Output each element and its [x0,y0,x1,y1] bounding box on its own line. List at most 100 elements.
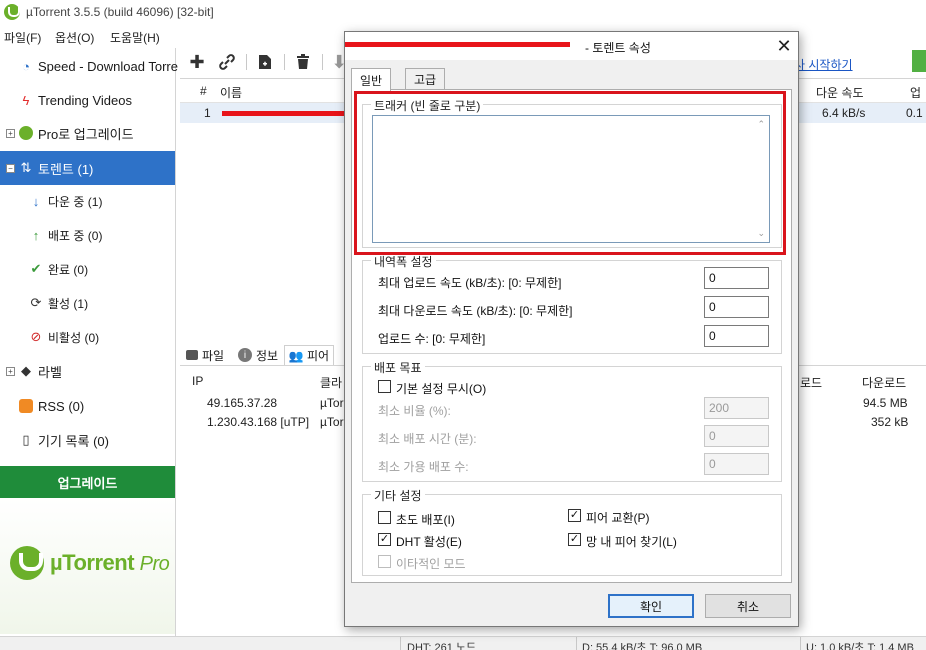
sidebar-item-label: 활성 (1) [48,296,89,311]
sidebar: ◔ Speed - Download Torre ϟ Trending Vide… [0,48,178,650]
sidebar-item-downloading[interactable]: ↓ 다운 중 (1) [0,185,175,217]
sidebar-item-trending[interactable]: ϟ Trending Videos [0,84,175,116]
sidebar-item-label: 토렌트 (1) [38,161,94,177]
close-icon[interactable]: ✕ [773,35,795,57]
pro-promo[interactable]: µTorrent Pro [0,498,175,634]
ignore-default-label: 기본 설정 무시(O) [396,382,487,396]
min-availability-input[interactable]: 0 [704,453,769,475]
ok-button[interactable]: 확인 [608,594,694,618]
sequential-mode-checkbox[interactable] [378,555,391,568]
status-separator [400,637,401,650]
sequential-mode-label: 이타적인 모드 [396,557,466,571]
sidebar-item-label: 라벨 [38,364,62,380]
upgrade-button[interactable]: 업그레이드 [0,466,175,498]
peer-ip: 1.230.43.168 [uTP] [207,415,310,429]
add-url-button[interactable] [216,51,238,73]
column-name[interactable]: 이름 [220,84,242,101]
sidebar-item-speed[interactable]: ◔ Speed - Download Torre [0,50,178,82]
remove-torrent-button[interactable] [292,51,314,73]
other-settings-group-title: 기타 설정 [371,487,425,504]
column-down-speed[interactable]: 다운 속도 [816,84,864,101]
dialog-title-bar: - 토렌트 속성 ✕ [345,32,798,60]
cancel-button[interactable]: 취소 [705,594,791,618]
status-upload: U: 1.0 kB/초 T: 1.4 MB [806,642,914,650]
tab-files-label: 파일 [202,348,225,363]
max-upload-input[interactable]: 0 [704,267,769,289]
column-uploaded[interactable]: 로드 [800,374,822,391]
dht-label: DHT 활성(E) [396,535,462,549]
menu-help[interactable]: 도움말(H) [110,29,160,46]
tab-info[interactable]: i 정보 [238,345,278,365]
tab-info-label: 정보 [256,348,279,363]
super-seed-checkbox[interactable] [378,511,391,524]
utorrent-logo-icon [4,4,20,20]
menu-file[interactable]: 파일(F) [4,29,41,46]
upload-slots-input[interactable]: 0 [704,325,769,347]
utorrent-logo-icon [10,546,44,580]
dht-checkbox[interactable]: ✓ [378,533,391,546]
tab-peers[interactable]: 👥 피어 [284,345,335,365]
sidebar-item-labels[interactable]: + ◆ 라벨 [0,355,175,387]
sidebar-item-rss[interactable]: RSS (0) [0,390,175,422]
upgrade-badge[interactable] [912,50,926,72]
sidebar-item-pro[interactable]: + Pro로 업그레이드 [0,117,175,149]
tab-advanced[interactable]: 고급 [405,68,446,90]
max-upload-label: 최대 업로드 속도 (kB/초): [0: 무제한] [378,276,562,290]
promo-brand: µTorrent Pro [50,550,170,576]
expand-icon[interactable]: + [6,128,15,138]
rss-icon [18,398,34,414]
sidebar-item-active[interactable]: ⟳ 활성 (1) [0,287,175,319]
download-arrow-icon: ↓ [32,193,40,209]
column-upload[interactable]: 업 [910,84,921,101]
sidebar-item-torrents[interactable]: − ⇅ 토렌트 (1) [0,151,175,185]
ignore-default-checkbox[interactable] [378,380,391,393]
menu-options[interactable]: 옵션(O) [55,29,94,46]
status-separator [576,637,577,650]
status-dht: DHT: 261 노드 [407,642,477,650]
promo-suffix: Pro [139,553,170,575]
sidebar-item-label: 기기 목록 (0) [38,433,109,449]
utorrent-icon [18,125,34,141]
row-upload: 0.1 [906,106,923,120]
min-ratio-input[interactable]: 200 [704,397,769,419]
peer-exchange-checkbox[interactable]: ✓ [568,509,581,522]
sidebar-item-inactive[interactable]: ⊘ 비활성 (0) [0,321,175,353]
tab-general[interactable]: 일반 [351,68,392,91]
local-peer-discovery-checkbox[interactable]: ✓ [568,533,581,546]
min-seed-time-input[interactable]: 0 [704,425,769,447]
peer-ip: 49.165.37.28 [207,396,278,410]
refresh-icon: ⟳ [30,295,42,310]
tab-files[interactable]: 파일 [186,345,224,365]
min-seed-time-label: 최소 배포 시간 (분): [378,432,477,446]
bandwidth-group-title: 내역폭 설정 [371,253,436,270]
start-link[interactable]: 사 시작하기 [794,56,853,73]
collapse-icon[interactable]: − [6,163,15,173]
add-torrent-button[interactable]: ✚ [186,51,208,73]
dialog-tabs: 일반 고급 [351,68,792,91]
column-ip[interactable]: IP [192,374,203,388]
redacted-name [222,111,344,116]
expand-icon[interactable]: + [6,366,15,376]
toolbar-separator [322,54,323,70]
sidebar-item-label: 완료 (0) [48,262,89,277]
status-separator [800,637,801,650]
dialog-title: - 토렌트 속성 [585,41,651,55]
redacted-title [345,42,570,47]
link-icon [219,54,235,70]
sidebar-item-devices[interactable]: ▯ 기기 목록 (0) [0,424,175,456]
folder-icon [186,350,198,360]
inactive-icon: ⊘ [30,329,42,344]
column-downloaded[interactable]: 다운로드 [862,374,906,391]
create-torrent-button[interactable] [254,51,276,73]
column-number[interactable]: # [200,84,207,98]
sidebar-item-seeding[interactable]: ↑ 배포 중 (0) [0,219,175,251]
sidebar-item-label: 배포 중 (0) [48,228,103,243]
column-client[interactable]: 클라 [320,374,342,391]
sidebar-item-label: 비활성 (0) [48,330,100,345]
max-download-input[interactable]: 0 [704,296,769,318]
min-ratio-label: 최소 비율 (%): [378,404,451,418]
sidebar-item-label: Speed - Download Torre [38,58,178,74]
sidebar-item-completed[interactable]: ✔ 완료 (0) [0,253,175,285]
peer-downloaded: 352 kB [871,415,909,429]
device-icon: ▯ [22,432,30,447]
